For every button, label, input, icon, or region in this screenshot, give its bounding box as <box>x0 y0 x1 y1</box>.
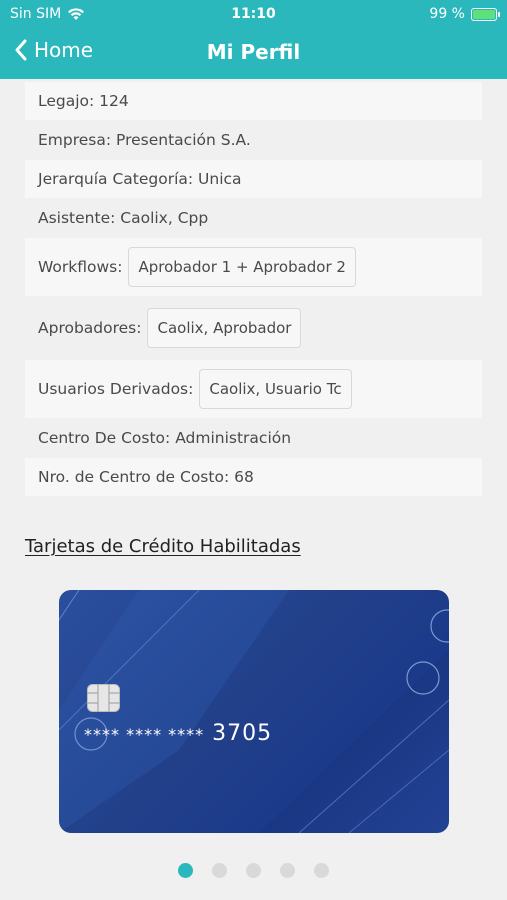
card-number: **** **** **** 3705 <box>84 721 272 746</box>
workflows-value: Aprobador 1 + Aprobador 2 <box>128 247 356 287</box>
asistente-text: Asistente: Caolix, Cpp <box>38 209 209 227</box>
legajo-row: Legajo: 124 <box>25 82 482 120</box>
asistente-row: Asistente: Caolix, Cpp <box>25 198 482 238</box>
chip-icon <box>87 684 120 712</box>
page-dot-1[interactable] <box>178 863 193 878</box>
jerarquia-row: Jerarquía Categoría: Unica <box>25 160 482 198</box>
jerarquia-text: Jerarquía Categoría: Unica <box>38 170 242 188</box>
page-dot-3[interactable] <box>246 863 261 878</box>
card-pagination <box>0 863 507 878</box>
profile-details: Legajo: 124 Empresa: Presentación S.A. J… <box>25 82 482 496</box>
app-header: Sin SIM 11:10 99 % Home Mi Perfil <box>0 0 507 79</box>
workflows-row: Workflows: Aprobador 1 + Aprobador 2 <box>25 238 482 296</box>
page-dot-2[interactable] <box>212 863 227 878</box>
nro-centro-text: Nro. de Centro de Costo: 68 <box>38 468 254 486</box>
usuarios-value: Caolix, Usuario Tc <box>199 369 352 409</box>
page-title: Mi Perfil <box>206 40 301 64</box>
battery-indicator: 99 % <box>429 6 500 22</box>
empresa-text: Empresa: Presentación S.A. <box>38 131 251 149</box>
card-number-mask: **** **** **** <box>84 725 205 744</box>
usuarios-label: Usuarios Derivados: <box>38 380 194 398</box>
usuarios-derivados-row: Usuarios Derivados: Caolix, Usuario Tc <box>25 360 482 418</box>
page-dot-4[interactable] <box>280 863 295 878</box>
card-last-four: 3705 <box>212 721 273 746</box>
page-dot-5[interactable] <box>314 863 329 878</box>
nro-centro-row: Nro. de Centro de Costo: 68 <box>25 458 482 496</box>
battery-label: 99 % <box>429 6 465 22</box>
credit-card[interactable]: **** **** **** 3705 <box>59 590 449 833</box>
centro-costo-text: Centro De Costo: Administración <box>38 429 292 447</box>
cards-section-title: Tarjetas de Crédito Habilitadas <box>25 536 301 557</box>
empresa-row: Empresa: Presentación S.A. <box>25 120 482 160</box>
status-bar: Sin SIM 11:10 99 % <box>0 0 507 28</box>
legajo-text: Legajo: 124 <box>38 92 129 110</box>
aprobadores-row: Aprobadores: Caolix, Aprobador <box>25 296 482 360</box>
centro-costo-row: Centro De Costo: Administración <box>25 418 482 458</box>
aprobadores-value: Caolix, Aprobador <box>147 308 302 348</box>
workflows-label: Workflows: <box>38 258 123 276</box>
nav-bar: Home Mi Perfil <box>0 30 507 76</box>
aprobadores-label: Aprobadores: <box>38 319 142 337</box>
battery-icon <box>471 7 500 21</box>
